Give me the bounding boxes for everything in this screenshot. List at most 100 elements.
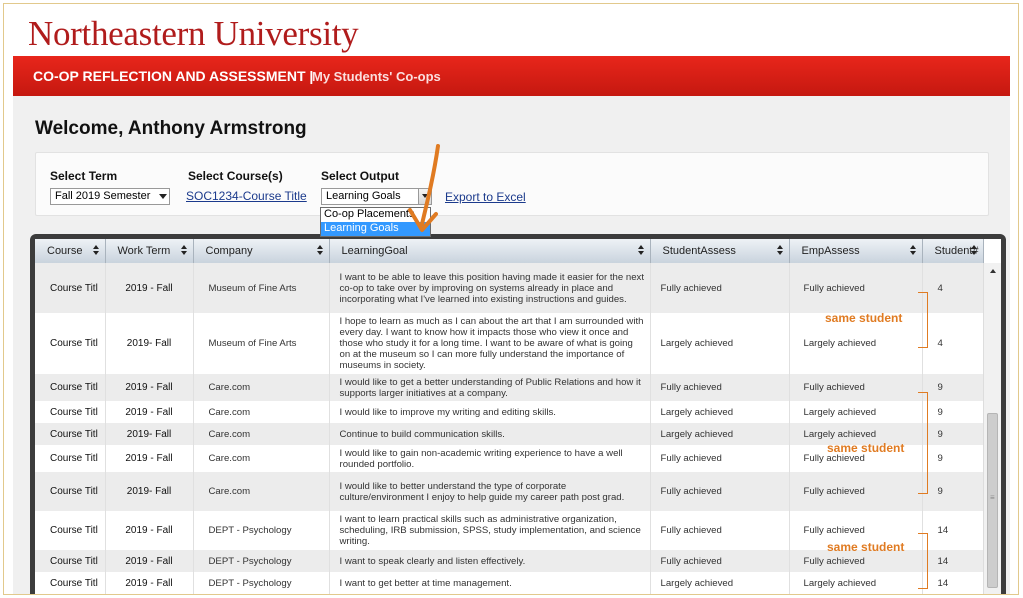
cell-learning-goal: Continue to build communication skills.	[329, 423, 651, 445]
cell-emp-assess: Fully achieved	[789, 374, 923, 401]
cell-course: Course Titl	[35, 472, 106, 511]
cell-work-term: 2019- Fall	[105, 472, 194, 511]
cell-company: Care.com	[193, 472, 330, 511]
cell-course: Course Titl	[35, 511, 106, 550]
university-logo: Northeastern University	[28, 14, 359, 53]
cell-work-term: 2019 - Fall	[105, 572, 194, 594]
table-row[interactable]: Course Titl 2019 - Fall Care.com I would…	[35, 401, 984, 423]
sort-icon[interactable]	[909, 245, 917, 256]
sort-icon[interactable]	[776, 245, 784, 256]
cell-work-term: 2019- Fall	[105, 313, 194, 374]
annotation-same-student: same student	[825, 311, 903, 325]
course-label: Select Course(s)	[188, 169, 283, 183]
table-row[interactable]: Course Titl 2019 - Fall Museum of Fine A…	[35, 263, 984, 313]
cell-work-term: 2019 - Fall	[105, 401, 194, 423]
cell-course: Course Titl	[35, 572, 106, 594]
cell-emp-assess: Fully achieved	[789, 472, 923, 511]
cell-student-number: 9	[922, 401, 984, 423]
cell-student-number: 4	[922, 263, 984, 313]
sort-icon[interactable]	[92, 245, 100, 256]
column-header-student-assess[interactable]: StudentAssess	[650, 239, 790, 263]
cell-emp-assess: Largely achieved	[789, 401, 923, 423]
cell-work-term: 2019 - Fall	[105, 550, 194, 572]
cell-company: Care.com	[193, 401, 330, 423]
sort-icon[interactable]	[970, 245, 978, 256]
vertical-scrollbar[interactable]: ≡	[983, 263, 1001, 594]
table-row[interactable]: Course Titl 2019 - Fall Care.com I would…	[35, 374, 984, 401]
table-row[interactable]: Course Titl 2019 - Fall DEPT - Psycholog…	[35, 572, 984, 594]
cell-student-assess: Largely achieved	[650, 313, 790, 374]
course-link[interactable]: SOC1234-Course Title	[186, 189, 307, 203]
cell-course: Course Titl	[35, 313, 106, 374]
cell-course: Course Titl	[35, 374, 106, 401]
cell-company: DEPT - Psychology	[193, 511, 330, 550]
grip-icon: ≡	[990, 493, 995, 502]
cell-student-number: 14	[922, 572, 984, 594]
column-header-course[interactable]: Course	[35, 239, 106, 263]
cell-company: Care.com	[193, 445, 330, 472]
annotation-same-student: same student	[827, 540, 905, 554]
cell-work-term: 2019 - Fall	[105, 511, 194, 550]
main-content: Welcome, Anthony Armstrong Select Term F…	[13, 96, 1010, 594]
annotation-arrow-icon	[408, 144, 440, 232]
column-header-company[interactable]: Company	[193, 239, 330, 263]
table-row[interactable]: Course Titl 2019- Fall Care.com I would …	[35, 472, 984, 511]
column-header-work-term[interactable]: Work Term	[105, 239, 194, 263]
cell-company: Museum of Fine Arts	[193, 263, 330, 313]
chevron-down-icon	[159, 194, 167, 199]
annotation-same-student: same student	[827, 441, 905, 455]
cell-course: Course Titl	[35, 401, 106, 423]
cell-course: Course Titl	[35, 423, 106, 445]
app-header-bar: CO-OP REFLECTION AND ASSESSMENT | My Stu…	[13, 56, 1010, 96]
cell-company: Care.com	[193, 423, 330, 445]
column-header-learning-goal[interactable]: LearningGoal	[329, 239, 651, 263]
cell-student-assess: Largely achieved	[650, 423, 790, 445]
cell-student-number: 9	[922, 472, 984, 511]
cell-work-term: 2019 - Fall	[105, 445, 194, 472]
sort-icon[interactable]	[316, 245, 324, 256]
welcome-heading: Welcome, Anthony Armstrong	[35, 118, 307, 139]
cell-learning-goal: I would like to get a better understandi…	[329, 374, 651, 401]
cell-student-assess: Largely achieved	[650, 401, 790, 423]
annotation-bracket	[918, 533, 928, 589]
output-label: Select Output	[321, 169, 400, 183]
nav-my-students-coops[interactable]: My Students' Co-ops	[312, 69, 441, 84]
cell-learning-goal: I hope to learn as much as I can about t…	[329, 313, 651, 374]
scroll-up-icon[interactable]	[990, 269, 996, 273]
cell-emp-assess: Fully achieved	[789, 263, 923, 313]
export-to-excel-link[interactable]: Export to Excel	[445, 190, 526, 204]
cell-student-number: 9	[922, 445, 984, 472]
cell-student-assess: Fully achieved	[650, 374, 790, 401]
cell-emp-assess: Largely achieved	[789, 572, 923, 594]
cell-company: Care.com	[193, 374, 330, 401]
cell-student-assess: Fully achieved	[650, 550, 790, 572]
term-label: Select Term	[50, 169, 118, 183]
cell-student-number: 14	[922, 511, 984, 550]
annotation-bracket	[918, 392, 928, 494]
column-header-student-number[interactable]: Student#	[922, 239, 984, 263]
cell-learning-goal: I want to be able to leave this position…	[329, 263, 651, 313]
cell-learning-goal: I want to get better at time management.	[329, 572, 651, 594]
cell-student-number: 9	[922, 423, 984, 445]
cell-course: Course Titl	[35, 445, 106, 472]
output-select-value: Learning Goals	[326, 190, 401, 202]
cell-student-assess: Largely achieved	[650, 572, 790, 594]
cell-course: Course Titl	[35, 550, 106, 572]
term-select[interactable]: Fall 2019 Semester	[50, 188, 170, 205]
cell-company: DEPT - Psychology	[193, 572, 330, 594]
filter-panel: Select Term Fall 2019 Semester Select Co…	[35, 152, 989, 216]
cell-company: Museum of Fine Arts	[193, 313, 330, 374]
column-header-emp-assess[interactable]: EmpAssess	[789, 239, 923, 263]
cell-learning-goal: I would like to better understand the ty…	[329, 472, 651, 511]
sort-icon[interactable]	[637, 245, 645, 256]
cell-company: DEPT - Psychology	[193, 550, 330, 572]
cell-learning-goal: I want to learn practical skills such as…	[329, 511, 651, 550]
term-select-value: Fall 2019 Semester	[55, 190, 151, 202]
cell-work-term: 2019 - Fall	[105, 374, 194, 401]
cell-learning-goal: I want to speak clearly and listen effec…	[329, 550, 651, 572]
screenshot-frame: Northeastern University CO-OP REFLECTION…	[3, 3, 1019, 595]
cell-student-number: 9	[922, 374, 984, 401]
sort-icon[interactable]	[180, 245, 188, 256]
app-title: CO-OP REFLECTION AND ASSESSMENT |	[33, 68, 314, 84]
scrollbar-thumb[interactable]: ≡	[987, 413, 998, 588]
